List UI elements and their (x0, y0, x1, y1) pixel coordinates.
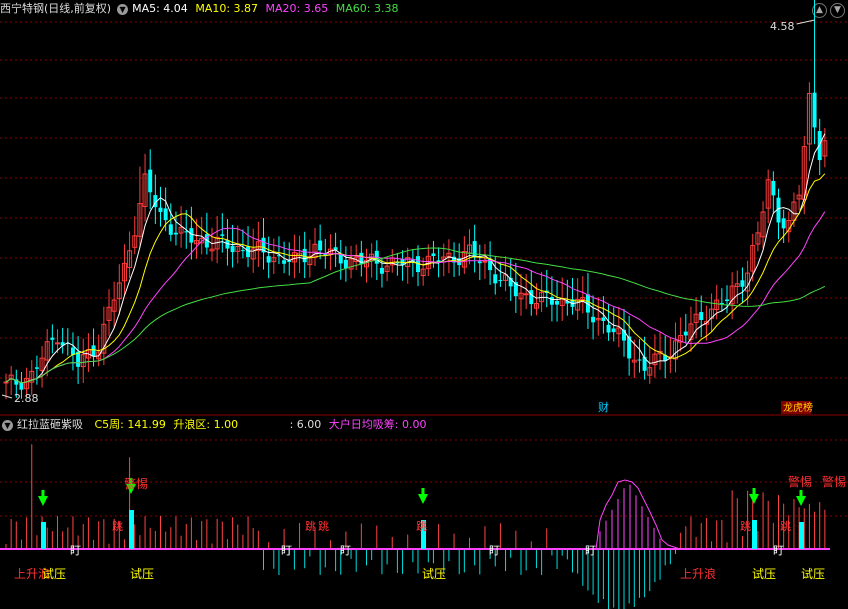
warn-signal: 警惕 (822, 474, 846, 489)
test-pressure-signal: 试压 (752, 566, 776, 581)
warn-signal: 警惕 (124, 476, 148, 491)
test-pressure-signal: 试压 (801, 566, 825, 581)
candle-down (740, 280, 745, 287)
test-pressure-signal: 试压 (130, 566, 154, 581)
candle-down (266, 256, 271, 263)
green-arrow-icon (38, 490, 48, 506)
candle-down (302, 248, 307, 263)
candle-down (230, 245, 235, 253)
candle-down (220, 234, 225, 236)
signal-bar (41, 522, 46, 549)
candle-down (168, 224, 173, 235)
test-pressure-signal: 试压 (422, 566, 446, 581)
rise-wave-signal: 上升浪 (680, 566, 716, 581)
candle-down (158, 207, 163, 212)
candle-down (173, 232, 178, 235)
signal-bar (752, 520, 757, 549)
green-arrow-icon (796, 490, 806, 506)
jump-signal: 跳 (740, 519, 751, 533)
jump-signal: 跳 (318, 519, 329, 533)
test-pressure-signal: 试压 (42, 566, 66, 581)
candle-down (240, 250, 245, 252)
candle-down (812, 92, 817, 128)
event-marker-fin: 财 (598, 400, 609, 414)
candle-down (683, 331, 688, 336)
low-pointer (1, 394, 13, 399)
signal-bar (799, 522, 804, 549)
candle-down (637, 359, 642, 361)
candle-down (34, 367, 39, 369)
candle-up (55, 342, 60, 345)
event-marker-list: 龙虎榜 (783, 401, 813, 414)
candle-down (529, 290, 534, 305)
green-arrow-icon (418, 488, 428, 504)
candle-down (379, 267, 384, 274)
candle-down (611, 328, 616, 333)
watch-signal: 盯 (585, 544, 596, 557)
watch-signal: 盯 (773, 544, 784, 557)
watch-signal: 盯 (281, 544, 292, 557)
jump-signal: 跳 (305, 519, 316, 533)
candle-up (3, 381, 9, 384)
candle-up (482, 260, 488, 263)
candle-down (771, 180, 776, 196)
watch-signal: 盯 (489, 544, 500, 557)
candle-down (601, 317, 606, 322)
candle-down (817, 131, 822, 161)
chart-canvas[interactable]: 4.582.88财 龙虎榜警惕 警惕 警惕跳跳跳跳跳跳盯盯盯盯盯盯上升浪 上升浪试压 试压… (0, 0, 848, 609)
candle-down (343, 259, 348, 269)
stock-chart-window: 西宁特钢(日线,前复权) ▼ MA5: 4.04 MA10: 3.87 MA20: … (0, 0, 848, 609)
jump-signal: 跳 (780, 519, 791, 533)
high-price-label: 4.58 (770, 20, 795, 33)
candle-down (699, 312, 704, 320)
candle-down (472, 241, 477, 258)
candle-down (606, 324, 611, 333)
purple-accumulation (595, 479, 681, 550)
candle-down (50, 337, 55, 340)
candle-down (493, 274, 498, 284)
candle-down (549, 297, 554, 305)
candle-up (523, 293, 529, 296)
candle-down (163, 208, 168, 221)
candle-down (498, 280, 503, 282)
candle-down (318, 240, 323, 251)
jump-signal: 跳 (416, 519, 427, 533)
candle-down (431, 253, 436, 257)
ma20-line (5, 211, 826, 384)
low-price-label: 2.88 (14, 392, 39, 405)
candle-down (148, 169, 153, 193)
candle-down (591, 316, 596, 323)
signal-bar (129, 510, 134, 549)
candle-down (91, 345, 96, 357)
jump-signal: 跳 (112, 519, 123, 533)
candle-down (781, 218, 786, 229)
candle-down (189, 228, 194, 243)
warn-signal: 警惕 (788, 474, 812, 489)
candle-down (477, 261, 482, 264)
ma10-line (5, 173, 826, 384)
watch-signal: 盯 (340, 544, 351, 557)
candle-down (282, 260, 287, 264)
candle-down (246, 246, 251, 258)
watch-signal: 盯 (70, 544, 81, 557)
candle-down (555, 300, 560, 305)
candle-down (338, 253, 343, 264)
green-arrow-icon (749, 488, 759, 504)
candle-down (725, 299, 729, 302)
